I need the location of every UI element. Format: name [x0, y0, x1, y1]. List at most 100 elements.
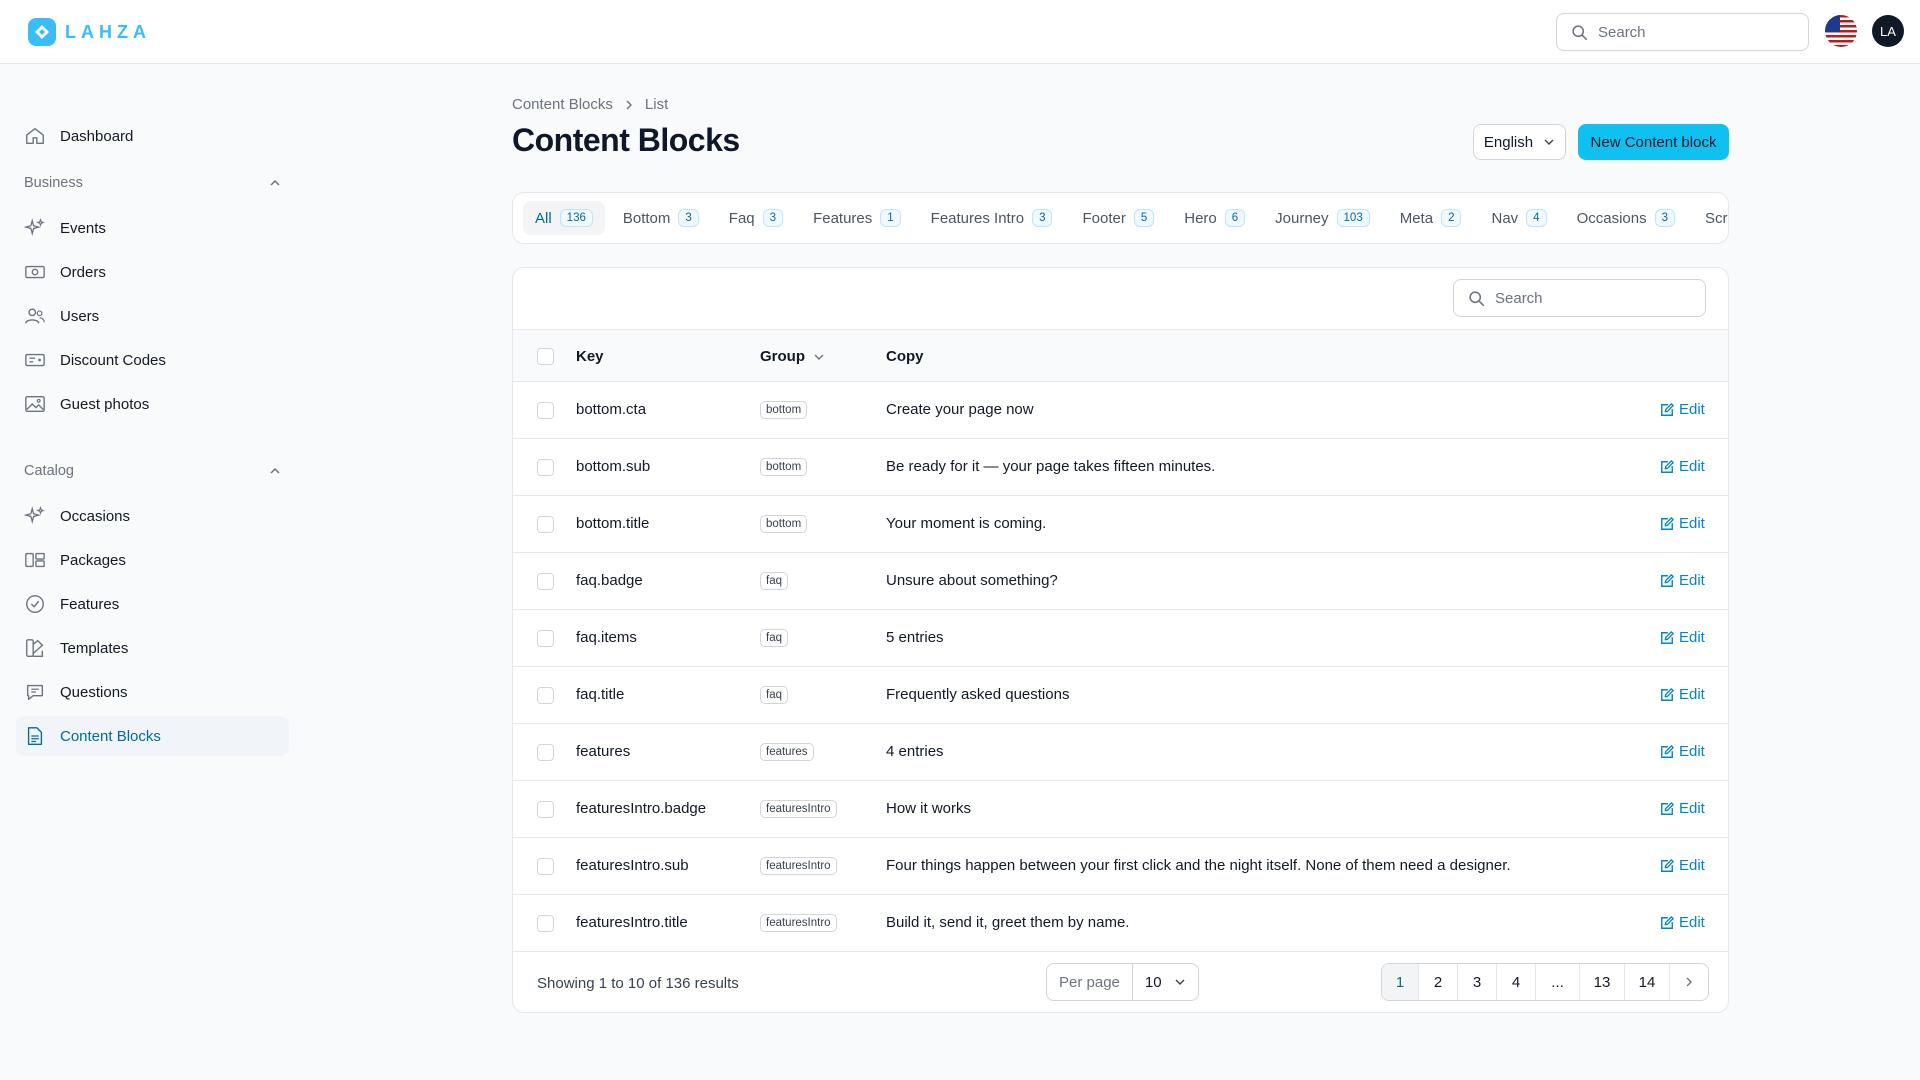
- edit-label: Edit: [1679, 629, 1705, 646]
- chevron-up-icon: [270, 179, 280, 186]
- table-row[interactable]: features features 4 entries Edit: [513, 724, 1728, 781]
- table-row[interactable]: bottom.cta bottom Create your page now Edit: [513, 382, 1728, 439]
- tab-all[interactable]: All 136: [523, 201, 605, 235]
- new-content-block-button[interactable]: New Content block: [1578, 124, 1729, 160]
- row-checkbox[interactable]: [537, 516, 554, 533]
- home-icon: [26, 127, 44, 145]
- page-title: Content Blocks: [512, 122, 740, 158]
- per-page-number: 10: [1144, 973, 1162, 991]
- document-icon: [27, 727, 43, 745]
- search-icon: [1469, 290, 1485, 306]
- row-checkbox[interactable]: [537, 402, 554, 419]
- group-badge: featuresIntro: [760, 800, 837, 818]
- group-label: Business: [24, 175, 83, 191]
- tab-label: Meta: [1399, 209, 1434, 227]
- us-flag-icon[interactable]: [1825, 15, 1857, 47]
- row-checkbox[interactable]: [537, 573, 554, 590]
- row-checkbox[interactable]: [537, 915, 554, 932]
- edit-label: Edit: [1679, 800, 1705, 817]
- tab-bottom[interactable]: Bottom 3: [611, 201, 711, 235]
- pencil-square-icon: [1661, 687, 1674, 701]
- tab-occasions[interactable]: Occasions 3: [1565, 201, 1687, 235]
- column-header-key[interactable]: Key: [576, 348, 604, 365]
- tab-footer[interactable]: Footer 5: [1070, 201, 1166, 235]
- language-select[interactable]: English: [1473, 124, 1566, 160]
- sidebar-item-orders[interactable]: Orders: [16, 252, 289, 292]
- page-button[interactable]: 13: [1580, 964, 1625, 1000]
- table-row[interactable]: featuresIntro.title featuresIntro Build it…: [513, 895, 1728, 952]
- edit-link[interactable]: Edit: [1660, 515, 1705, 532]
- sidebar-group-business[interactable]: Business: [24, 175, 282, 191]
- brand-logo[interactable]: LAHZA: [27, 17, 151, 47]
- table-row[interactable]: faq.items faq 5 entries Edit: [513, 610, 1728, 667]
- edit-link[interactable]: Edit: [1660, 629, 1705, 646]
- sidebar-item-discount-codes[interactable]: Discount Codes: [16, 340, 289, 380]
- page-button[interactable]: 4: [1497, 964, 1536, 1000]
- table-row[interactable]: faq.title faq Frequently asked questions Ed…: [513, 667, 1728, 724]
- page-button[interactable]: 3: [1458, 964, 1497, 1000]
- tab-features[interactable]: Features 1: [801, 201, 913, 235]
- row-checkbox[interactable]: [537, 858, 554, 875]
- row-checkbox[interactable]: [537, 630, 554, 647]
- edit-link[interactable]: Edit: [1660, 800, 1705, 817]
- edit-link[interactable]: Edit: [1660, 914, 1705, 931]
- column-label: Group: [760, 348, 805, 365]
- group-tabs: All 136 Bottom 3 Faq 3 Features 1 Features I…: [512, 192, 1729, 244]
- cell-copy: Create your page now: [886, 401, 1034, 418]
- sidebar-item-dashboard[interactable]: Dashboard: [16, 116, 289, 156]
- per-page-select[interactable]: Per page 10: [1046, 963, 1199, 1001]
- chat-icon: [26, 684, 44, 701]
- global-search-input[interactable]: Search: [1556, 13, 1809, 51]
- column-label: Copy: [886, 348, 924, 365]
- table-row[interactable]: featuresIntro.badge featuresIntro How it w…: [513, 781, 1728, 838]
- edit-link[interactable]: Edit: [1660, 401, 1705, 418]
- row-checkbox[interactable]: [537, 801, 554, 818]
- row-checkbox[interactable]: [537, 459, 554, 476]
- sidebar-item-content-blocks[interactable]: Content Blocks: [16, 716, 289, 756]
- next-page-button[interactable]: [1670, 964, 1708, 1000]
- sidebar-item-events[interactable]: Events: [16, 208, 289, 248]
- page-ellipsis: ...: [1536, 964, 1580, 1000]
- tab-nav[interactable]: Nav 4: [1479, 201, 1558, 235]
- sidebar-item-guest-photos[interactable]: Guest photos: [16, 384, 289, 424]
- tab-faq[interactable]: Faq 3: [717, 201, 795, 235]
- tab-meta[interactable]: Meta 2: [1388, 201, 1474, 235]
- row-checkbox[interactable]: [537, 687, 554, 704]
- user-avatar[interactable]: LA: [1872, 15, 1904, 47]
- table-search-input[interactable]: Search: [1453, 279, 1706, 317]
- sidebar-item-packages[interactable]: Packages: [16, 540, 289, 580]
- sidebar-item-occasions[interactable]: Occasions: [16, 496, 289, 536]
- table-row[interactable]: bottom.sub bottom Be ready for it — your p…: [513, 439, 1728, 496]
- logo-icon: [28, 18, 56, 46]
- tab-scroll-cues[interactable]: Scroll Cu: [1693, 201, 1728, 235]
- table-row[interactable]: faq.badge faq Unsure about something? Edit: [513, 553, 1728, 610]
- page-button[interactable]: 2: [1419, 964, 1458, 1000]
- breadcrumb-parent-link[interactable]: Content Blocks: [512, 96, 613, 113]
- tab-features-intro[interactable]: Features Intro 3: [919, 201, 1065, 235]
- select-all-checkbox[interactable]: [537, 348, 554, 365]
- column-header-copy[interactable]: Copy: [886, 348, 924, 365]
- sidebar-item-features[interactable]: Features: [16, 584, 289, 624]
- edit-link[interactable]: Edit: [1660, 458, 1705, 475]
- column-header-group[interactable]: Group: [760, 348, 825, 365]
- sidebar-group-catalog[interactable]: Catalog: [24, 463, 282, 479]
- page-button[interactable]: 1: [1382, 964, 1419, 1000]
- chevron-up-icon: [270, 467, 280, 474]
- sidebar-item-questions[interactable]: Questions: [16, 672, 289, 712]
- row-checkbox[interactable]: [537, 744, 554, 761]
- page-button[interactable]: 14: [1625, 964, 1670, 1000]
- sidebar-item-templates[interactable]: Templates: [16, 628, 289, 668]
- table-row[interactable]: featuresIntro.sub featuresIntro Four thing…: [513, 838, 1728, 895]
- edit-link[interactable]: Edit: [1660, 686, 1705, 703]
- tab-journey[interactable]: Journey 103: [1263, 201, 1382, 235]
- group-badge: faq: [760, 629, 788, 647]
- tab-hero[interactable]: Hero 6: [1172, 201, 1257, 235]
- tab-count-badge: 3: [678, 209, 699, 227]
- cell-copy: How it works: [886, 800, 972, 817]
- sidebar-item-users[interactable]: Users: [16, 296, 289, 336]
- edit-link[interactable]: Edit: [1660, 857, 1705, 874]
- edit-link[interactable]: Edit: [1660, 572, 1705, 589]
- table-row[interactable]: bottom.title bottom Your moment is coming.…: [513, 496, 1728, 553]
- edit-link[interactable]: Edit: [1660, 743, 1705, 760]
- per-page-value[interactable]: 10: [1133, 974, 1198, 991]
